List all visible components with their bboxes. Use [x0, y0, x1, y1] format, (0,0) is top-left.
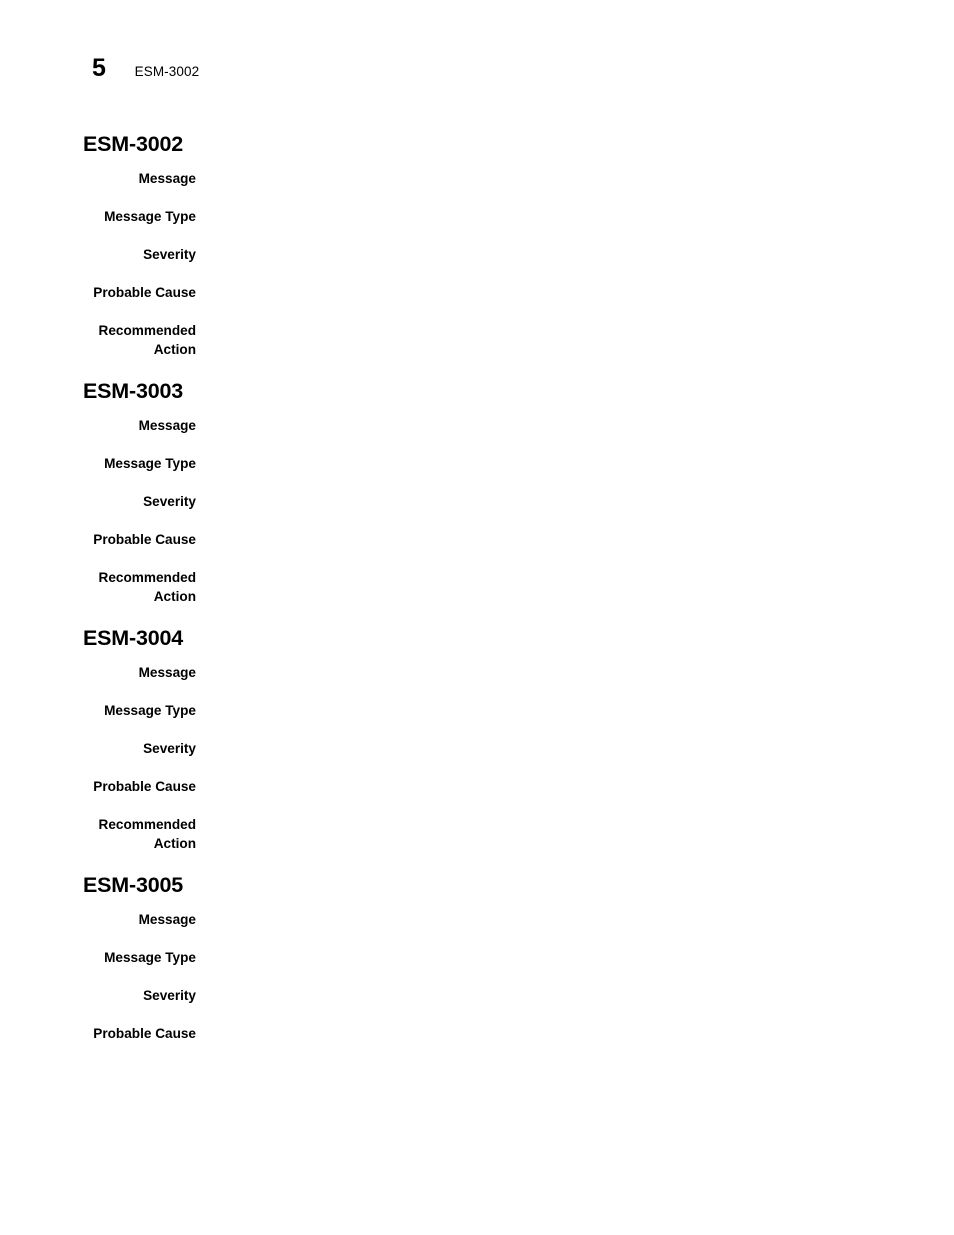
field-row: Severity	[83, 986, 883, 1005]
field-label: Message Type	[104, 456, 196, 471]
field-label: Message	[138, 418, 196, 433]
field-label: Message Type	[104, 209, 196, 224]
field-list: Message Message Type Severity Probable C…	[83, 169, 883, 359]
message-section: ESM-3003 Message Message Type Severity P…	[83, 378, 883, 606]
field-value	[196, 777, 883, 796]
field-value	[196, 1024, 883, 1043]
field-row: Probable Cause	[83, 530, 883, 549]
field-label: Probable Cause	[93, 779, 196, 794]
field-label: Message	[138, 665, 196, 680]
field-value	[196, 815, 883, 834]
field-value	[196, 416, 883, 435]
field-row: Severity	[83, 739, 883, 758]
field-row: Message	[83, 169, 883, 188]
field-label: Severity	[143, 494, 196, 509]
field-label: Severity	[143, 988, 196, 1003]
field-list: Message Message Type Severity Probable C…	[83, 416, 883, 606]
field-value	[196, 986, 883, 1005]
section-heading: ESM-3003	[83, 379, 183, 403]
field-value	[196, 663, 883, 682]
field-row: Message	[83, 416, 883, 435]
field-list: Message Message Type Severity Probable C…	[83, 663, 883, 853]
running-header-title: ESM-3002	[134, 64, 200, 79]
field-list: Message Message Type Severity Probable C…	[83, 910, 883, 1043]
field-label: Probable Cause	[93, 532, 196, 547]
field-value	[196, 169, 883, 188]
chapter-number: 5	[92, 54, 106, 82]
field-row: Severity	[83, 245, 883, 264]
field-value	[196, 701, 883, 720]
section-heading: ESM-3002	[83, 132, 183, 156]
field-label: Recommended Action	[98, 323, 196, 357]
field-row: Probable Cause	[83, 777, 883, 796]
message-section: ESM-3002 Message Message Type Severity P…	[83, 131, 883, 359]
field-label: Severity	[143, 247, 196, 262]
field-row: Recommended Action	[83, 815, 883, 853]
field-row: Message Type	[83, 701, 883, 720]
section-heading: ESM-3005	[83, 873, 183, 897]
field-row: Message Type	[83, 948, 883, 967]
field-row: Probable Cause	[83, 1024, 883, 1043]
section-heading: ESM-3004	[83, 626, 183, 650]
running-header: 5 ESM-3002	[92, 56, 199, 81]
field-label: Message Type	[104, 703, 196, 718]
field-row: Probable Cause	[83, 283, 883, 302]
field-value	[196, 568, 883, 587]
field-value	[196, 492, 883, 511]
field-row: Recommended Action	[83, 568, 883, 606]
field-row: Recommended Action	[83, 321, 883, 359]
field-value	[196, 948, 883, 967]
field-row: Message	[83, 663, 883, 682]
field-row: Message	[83, 910, 883, 929]
field-value	[196, 321, 883, 340]
field-row: Severity	[83, 492, 883, 511]
field-value	[196, 207, 883, 226]
message-section: ESM-3004 Message Message Type Severity P…	[83, 625, 883, 853]
field-value	[196, 910, 883, 929]
field-value	[196, 283, 883, 302]
field-value	[196, 454, 883, 473]
field-label: Severity	[143, 741, 196, 756]
field-value	[196, 530, 883, 549]
field-label: Message	[138, 171, 196, 186]
document-page: 5 ESM-3002 ESM-3002 Message Message Type…	[0, 0, 954, 1235]
field-row: Message Type	[83, 454, 883, 473]
field-value	[196, 245, 883, 264]
field-label: Recommended Action	[98, 817, 196, 851]
field-row: Message Type	[83, 207, 883, 226]
page-content: ESM-3002 Message Message Type Severity P…	[83, 131, 883, 1062]
field-label: Message Type	[104, 950, 196, 965]
field-label: Recommended Action	[98, 570, 196, 604]
message-section: ESM-3005 Message Message Type Severity P…	[83, 872, 883, 1043]
field-label: Message	[138, 912, 196, 927]
field-value	[196, 739, 883, 758]
field-label: Probable Cause	[93, 285, 196, 300]
field-label: Probable Cause	[93, 1026, 196, 1041]
